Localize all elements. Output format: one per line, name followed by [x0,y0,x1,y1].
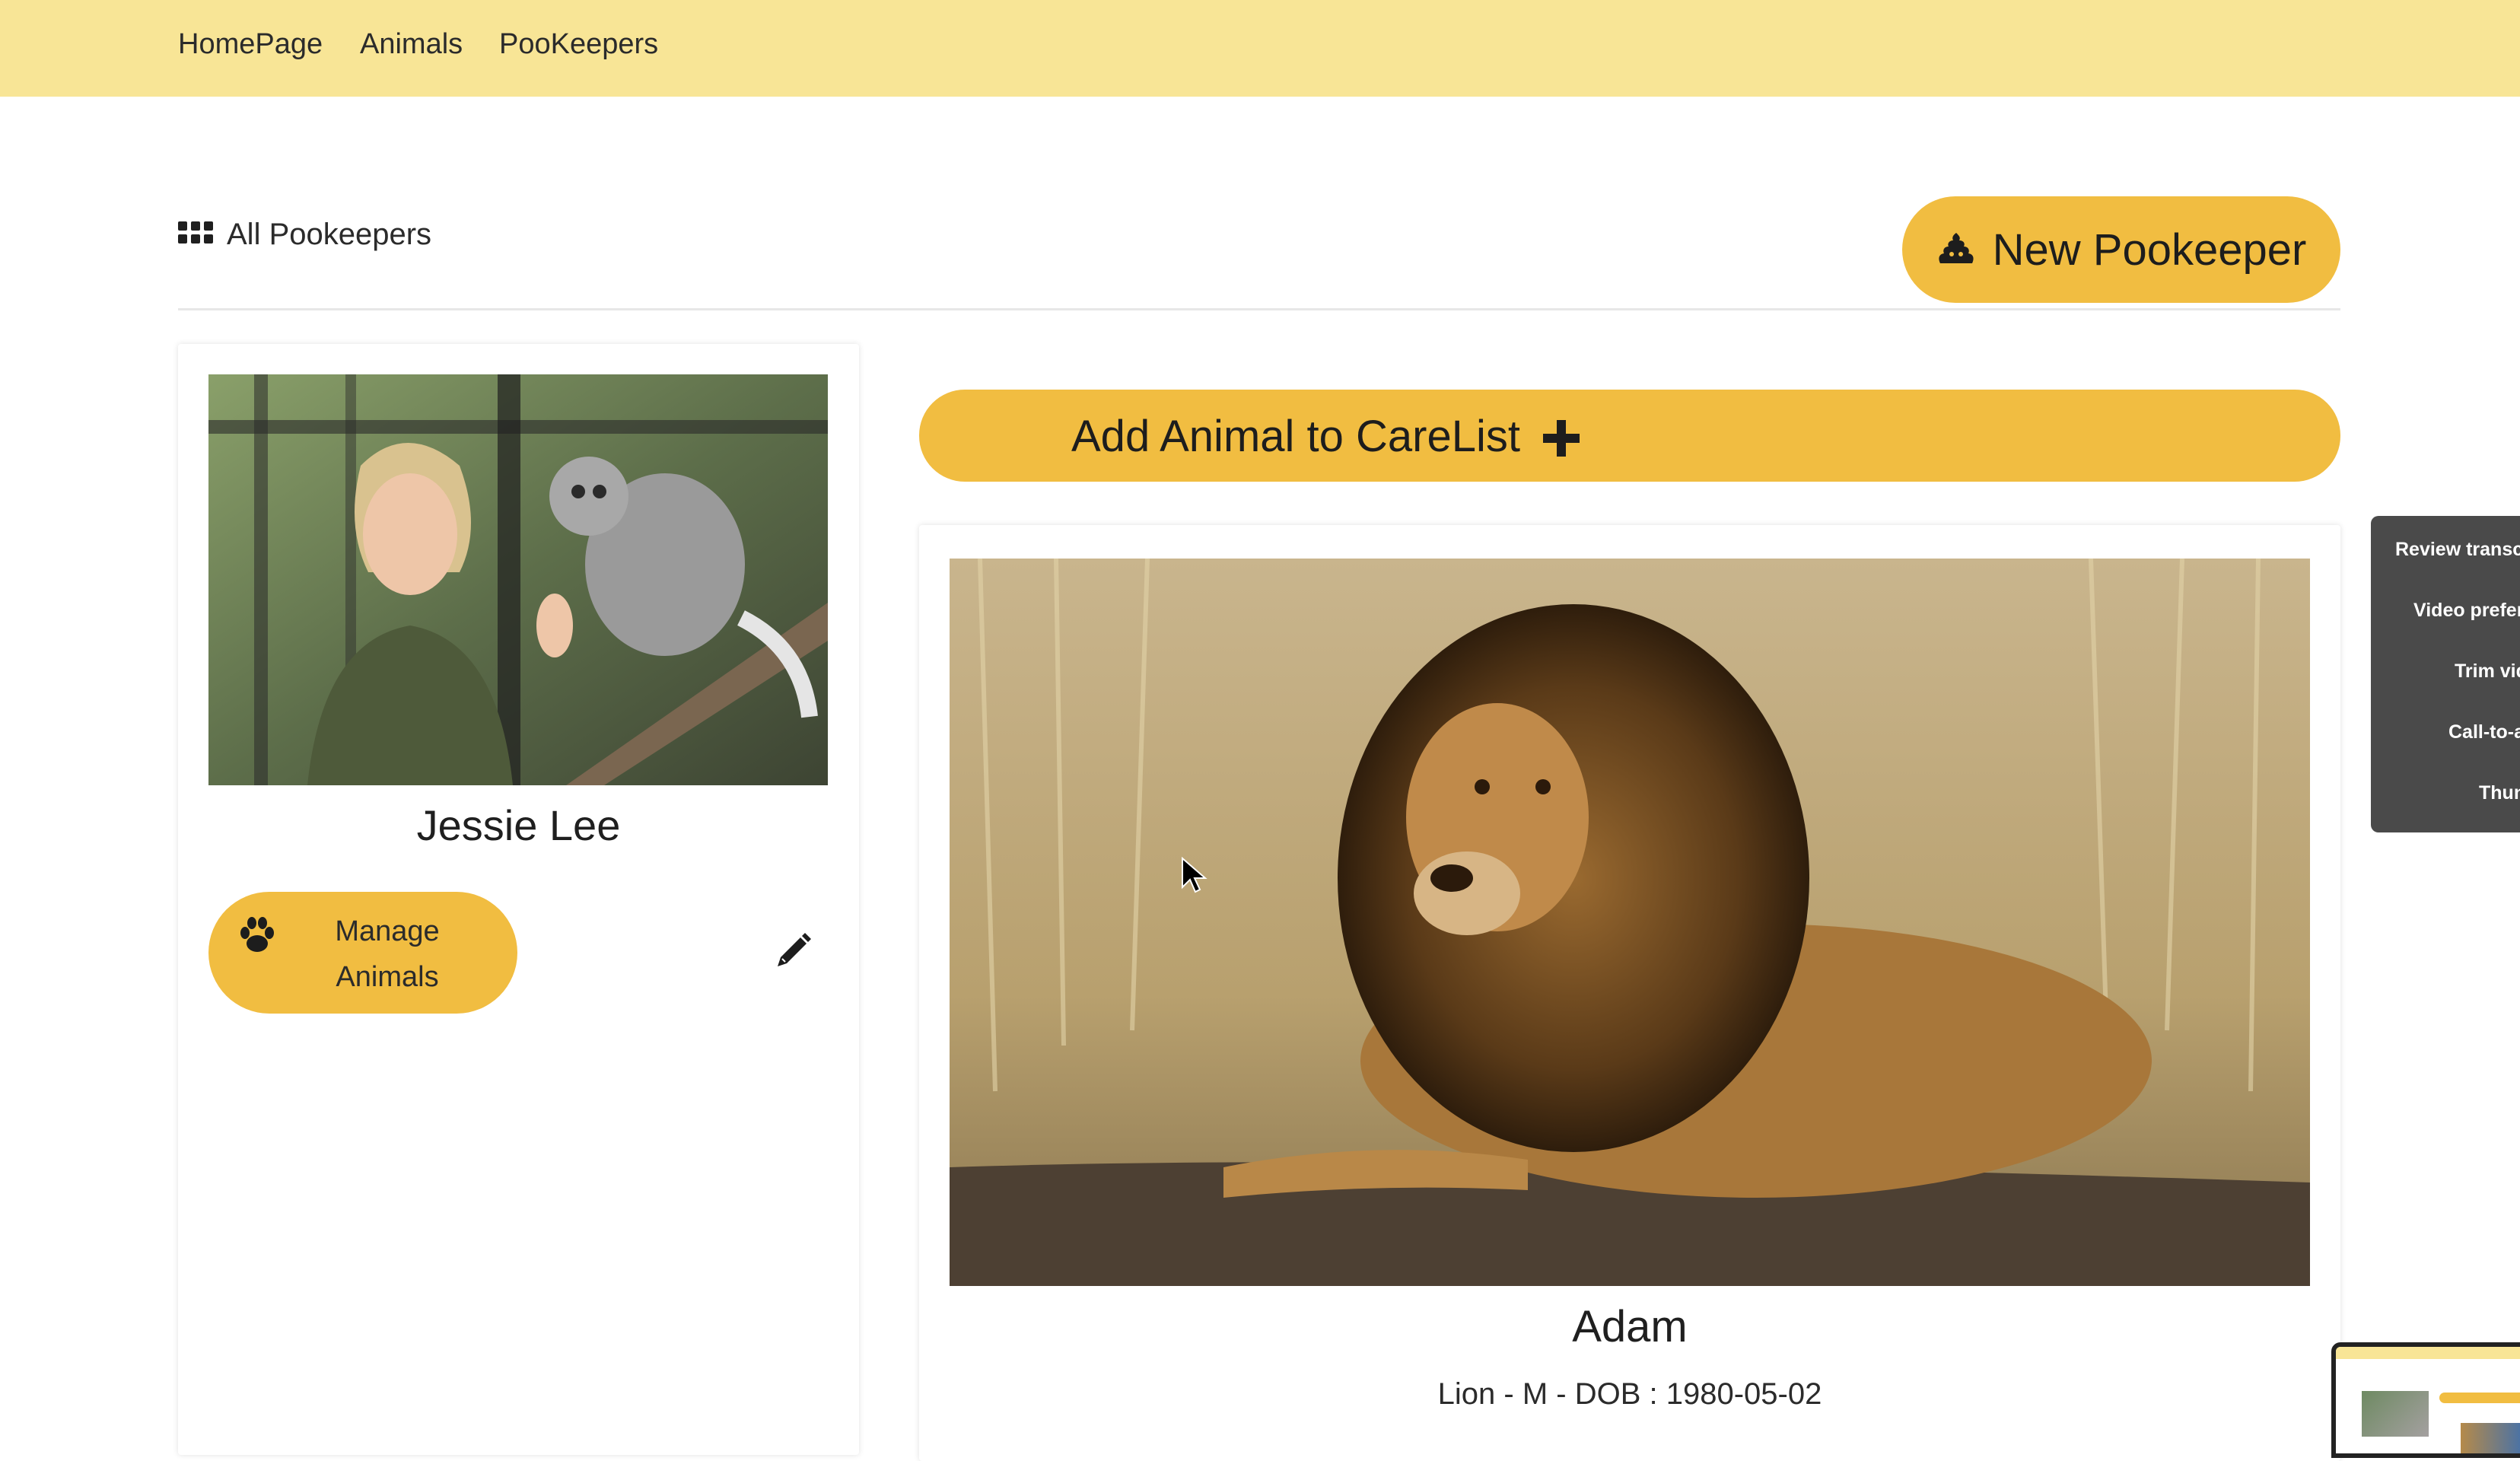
new-pookeeper-button[interactable]: New Pookeeper [1902,196,2340,303]
keeper-photo [208,374,828,785]
grid-icon [178,221,213,247]
thumbnail-add-button [2439,1393,2520,1403]
nav-link-homepage[interactable]: HomePage [178,26,323,62]
keeper-name: Jessie Lee [416,801,621,849]
poop-icon [1939,233,1974,263]
manage-animals-label: Manage Animals [335,915,440,993]
paw-icon [240,917,274,952]
new-pookeeper-label: New Pookeeper [1992,224,2307,275]
manage-animals-button[interactable]: Manage Animals [208,892,517,1014]
video-thumbnail-preview[interactable] [2331,1342,2520,1458]
animal-details: Lion - M - DOB : 1980-05-02 [1437,1377,1822,1411]
cursor-icon [1182,857,1208,893]
header-divider [178,308,2340,310]
nav-link-pookeepers[interactable]: PooKeepers [499,26,658,62]
menu-item-call-to-action[interactable]: Call-to-a [2448,721,2520,743]
thumbnail-navbar [2336,1347,2520,1359]
animal-name: Adam [1572,1302,1688,1351]
thumbnail-keeper-photo [2362,1391,2429,1437]
plus-icon [1543,420,1580,457]
menu-item-trim-video[interactable]: Trim vid [2455,660,2520,683]
add-animal-label: Add Animal to CareList [1071,412,1520,461]
top-navbar: HomePage Animals PooKeepers [0,0,2520,97]
menu-item-thumbnail[interactable]: Thun [2479,782,2520,804]
menu-item-review-transcript[interactable]: Review transcr [2395,539,2520,561]
menu-item-video-preferences[interactable]: Video prefer [2413,600,2520,622]
thumbnail-animal-photos [2461,1423,2520,1453]
keeper-card: Jessie Lee Manage Animals [178,344,859,1455]
all-pookeepers-label: All Pookeepers [227,217,432,251]
nav-link-animals[interactable]: Animals [360,26,463,62]
all-pookeepers-link[interactable]: All Pookeepers [178,213,431,256]
pencil-icon[interactable] [772,930,814,972]
video-tools-menu: Review transcr Video prefer Trim vid Cal… [2371,516,2520,832]
add-animal-to-carelist-button[interactable]: Add Animal to CareList [919,390,2340,482]
animal-card: Adam Lion - M - DOB : 1980-05-02 [919,525,2340,1461]
animal-photo [950,559,2310,1286]
